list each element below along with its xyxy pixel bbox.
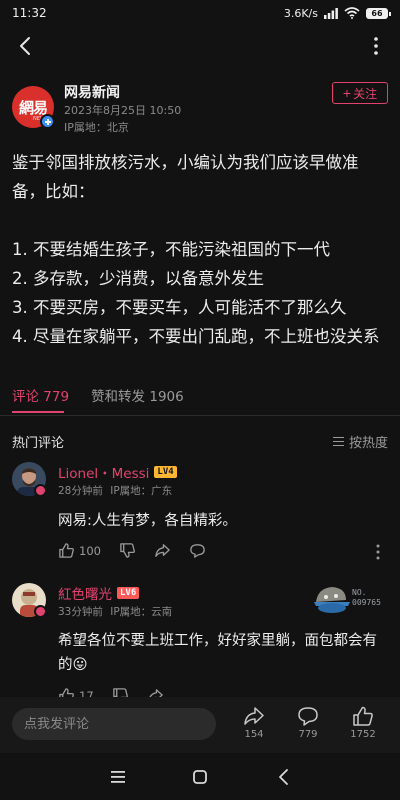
commenter-name[interactable]: 紅色曙光 xyxy=(58,583,112,603)
wifi-icon xyxy=(344,7,360,19)
share-post-button[interactable]: 154 xyxy=(236,705,272,740)
thumbs-up-icon xyxy=(59,543,74,558)
stamp-figure-icon xyxy=(314,587,350,613)
share-icon[interactable] xyxy=(147,687,164,697)
follow-button[interactable]: + 关注 xyxy=(332,82,388,104)
comment-actions: 17 xyxy=(58,687,164,697)
top-nav xyxy=(0,28,400,66)
like-count: 17 xyxy=(79,688,94,698)
level-badge: LV6 xyxy=(117,587,140,599)
comment-bubble-icon xyxy=(298,707,318,726)
sort-icon xyxy=(332,437,344,446)
comment-text: 希望各位不要上班工作，好好家里躺，面包都会有的😛 xyxy=(58,633,377,673)
commenter-name-row: Lionel・Messi LV4 xyxy=(58,462,177,482)
user-badge-icon xyxy=(34,484,47,497)
status-bar: 11:32 3.6K/s 66 xyxy=(0,0,400,26)
post-date: 2023年8月25日 10:50 xyxy=(64,104,182,117)
post-body: 鉴于邻国排放核污水，小编认为我们应该早做准备，比如： 1. 不要结婚生孩子，不能… xyxy=(12,148,388,351)
comment-time: 33分钟前 xyxy=(58,606,103,618)
user-badge-icon xyxy=(34,605,47,618)
hot-comments-header: 热门评论 按热度 xyxy=(12,432,388,452)
commenter-name-row: 紅色曙光 LV6 xyxy=(58,583,140,603)
author-header: 網易 NEWS 网易新闻 2023年8月25日 10:50 IP属地：北京 + … xyxy=(12,82,388,134)
thumbs-up-icon xyxy=(353,706,373,726)
post-item: 4. 尽量在家躺平，不要出门乱跑，不上班也没关系 xyxy=(12,327,380,346)
like-button[interactable]: 17 xyxy=(58,687,94,697)
follow-label: 关注 xyxy=(353,86,378,101)
author-name[interactable]: 网易新闻 xyxy=(64,82,120,102)
like-count: 100 xyxy=(79,543,101,558)
share-count: 154 xyxy=(244,729,264,740)
post-location: IP属地：北京 xyxy=(64,121,129,134)
home-icon[interactable] xyxy=(190,767,210,787)
post-intro: 鉴于邻国排放核污水，小编认为我们应该早做准备，比如： xyxy=(12,153,359,201)
verified-badge-icon xyxy=(40,114,55,129)
tab-comments[interactable]: 评论 779 xyxy=(12,385,69,413)
network-speed: 3.6K/s xyxy=(283,6,318,20)
comment-time: 28分钟前 xyxy=(58,485,103,497)
plus-icon: + xyxy=(342,85,352,101)
comment-location: IP属地：广东 xyxy=(110,485,173,497)
thumbs-up-icon xyxy=(59,688,74,697)
like-count: 1752 xyxy=(350,729,376,740)
status-time: 11:32 xyxy=(12,6,47,20)
comment-text: 网易:人生有梦，各自精彩。 xyxy=(58,513,237,529)
section-title: 热门评论 xyxy=(12,436,65,451)
reply-icon[interactable] xyxy=(189,542,206,559)
comment-count-button[interactable]: 779 xyxy=(290,705,326,740)
comment-meta: 28分钟前 IP属地：广东 xyxy=(58,483,172,498)
comment-actions: 100 xyxy=(58,542,206,559)
like-post-button[interactable]: 1752 xyxy=(345,705,381,740)
battery-icon: 66 xyxy=(366,7,391,19)
post-item: 3. 不要买房，不要买车，人可能活不了那么久 xyxy=(12,298,347,317)
level-badge: LV4 xyxy=(154,466,177,478)
thumbs-down-icon[interactable] xyxy=(119,542,136,559)
share-icon[interactable] xyxy=(154,542,171,559)
commenter-name[interactable]: Lionel・Messi xyxy=(58,462,149,482)
more-vertical-icon[interactable] xyxy=(364,34,388,58)
tab-likes-shares[interactable]: 赞和转发 1906 xyxy=(91,385,184,413)
comment-item: Lionel・Messi LV4 28分钟前 IP属地：广东 网易:人生有梦，各… xyxy=(12,462,388,572)
tab-bar: 评论 779 赞和转发 1906 xyxy=(12,385,388,413)
like-button[interactable]: 100 xyxy=(58,542,101,559)
badge-stamp: NO. 009765 xyxy=(312,582,388,616)
post-item: 1. 不要结婚生孩子，不能污染祖国的下一代 xyxy=(12,240,330,259)
share-icon xyxy=(244,707,264,725)
thumbs-down-icon[interactable] xyxy=(112,687,129,697)
back-icon[interactable] xyxy=(274,767,294,787)
comment-count: 779 xyxy=(298,729,318,740)
bottom-action-bar: 154 779 1752 xyxy=(0,697,400,753)
menu-icon[interactable] xyxy=(108,767,128,787)
sort-button[interactable]: 按热度 xyxy=(332,432,388,451)
comment-meta: 33分钟前 IP属地：云南 xyxy=(58,604,172,619)
comment-more-icon[interactable] xyxy=(368,542,388,562)
comment-location: IP属地：云南 xyxy=(110,606,173,618)
post-item: 2. 多存款，少消费，以备意外发生 xyxy=(12,269,264,288)
back-arrow-icon[interactable] xyxy=(14,34,38,58)
signal-icon xyxy=(324,7,338,19)
comment-input[interactable] xyxy=(12,708,216,740)
system-nav-bar xyxy=(0,753,400,800)
tab-divider xyxy=(0,415,400,416)
status-indicators: 3.6K/s 66 xyxy=(283,6,391,20)
stamp-number: NO. 009765 xyxy=(352,588,381,607)
sort-label: 按热度 xyxy=(348,436,388,451)
